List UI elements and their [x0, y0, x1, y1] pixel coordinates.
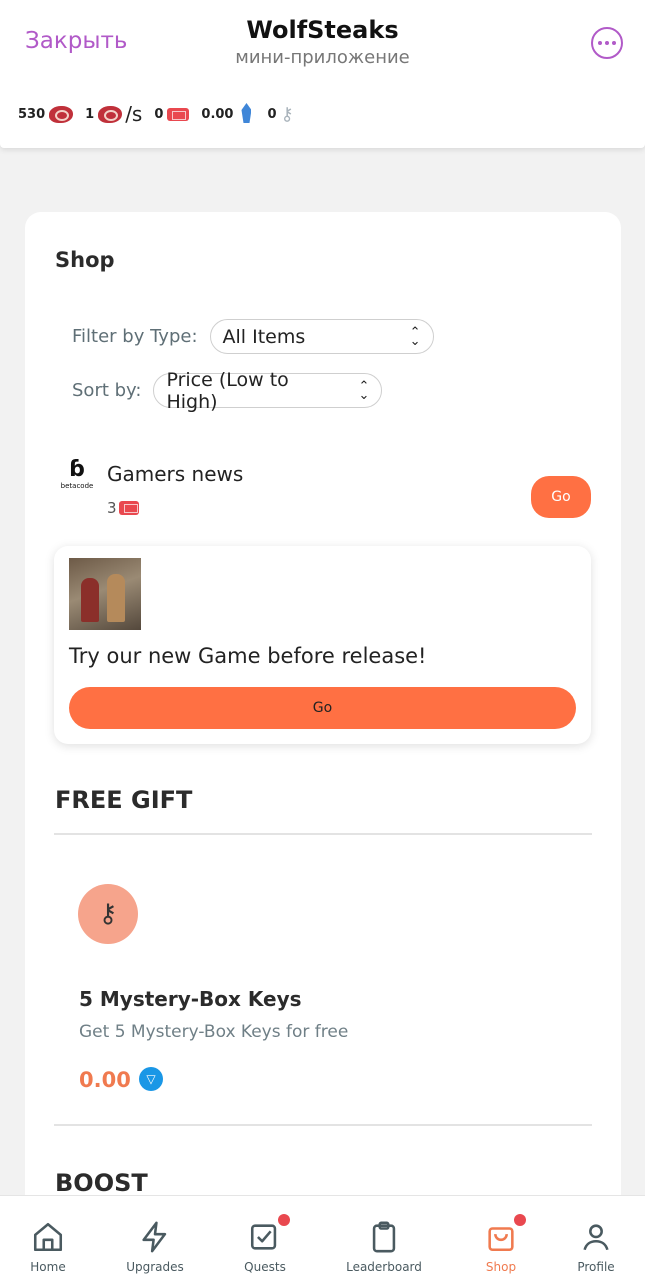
bottom-nav: Home Upgrades Quests Leaderboard Shop Pr…	[0, 1195, 645, 1280]
sort-row: Sort by: Price (Low to High) ⌃ ⌄	[72, 369, 383, 413]
nav-home[interactable]: Home	[3, 1196, 93, 1280]
betacode-logo-mark: ɓ	[69, 457, 85, 482]
nav-profile[interactable]: Profile	[551, 1196, 641, 1280]
betacode-logo-text: betacode	[60, 482, 94, 490]
nav-quests-label: Quests	[244, 1260, 286, 1274]
ton-icon: ▽	[139, 1067, 163, 1091]
section-divider	[54, 1124, 592, 1126]
nav-profile-label: Profile	[577, 1260, 615, 1274]
ad-title: Gamers news	[107, 462, 244, 486]
resource-stats-bar: 530 1 /s 0 0.00 0 ⚷	[18, 102, 306, 126]
nav-leaderboard[interactable]: Leaderboard	[339, 1196, 429, 1280]
sort-select[interactable]: Price (Low to High) ⌃ ⌄	[153, 369, 383, 413]
more-dot	[612, 41, 616, 45]
ad-go-button[interactable]: Go	[531, 476, 591, 518]
promo-text: Try our new Game before release!	[69, 644, 427, 668]
gift-price: 0.00	[79, 1068, 131, 1092]
steak-icon	[98, 104, 123, 124]
ticket-icon	[167, 107, 190, 121]
ad-reward: 3	[107, 499, 139, 517]
nav-shop[interactable]: Shop	[456, 1196, 546, 1280]
app-title: WolfSteaks	[246, 16, 399, 44]
ad-reward-count: 3	[107, 499, 117, 517]
promo-card: Try our new Game before release! Go	[54, 546, 591, 744]
sort-value: Price (Low to High)	[166, 368, 289, 413]
notification-dot	[278, 1214, 290, 1226]
select-chevron-icon: ⌃ ⌄	[358, 378, 370, 403]
betacode-logo: ɓ betacode	[57, 458, 97, 498]
app-subtitle: мини-приложение	[235, 47, 410, 68]
app-header: Закрыть WolfSteaks мини-приложение 530 1…	[0, 0, 645, 148]
more-dot	[605, 41, 609, 45]
sort-label: Sort by:	[72, 380, 142, 401]
shop-title: Shop	[55, 248, 115, 272]
key-stat: 0 ⚷	[267, 104, 293, 125]
crystal-icon	[237, 103, 255, 125]
nav-leaderboard-label: Leaderboard	[346, 1260, 422, 1274]
filter-row: Filter by Type: All Items ⌃ ⌄	[72, 319, 434, 354]
gift-name: 5 Mystery-Box Keys	[79, 987, 302, 1011]
boost-heading: BOOST	[55, 1169, 148, 1197]
more-options-button[interactable]	[591, 27, 623, 59]
crystal-stat: 0.00	[201, 103, 255, 125]
nav-home-label: Home	[30, 1260, 66, 1274]
nav-upgrades-label: Upgrades	[126, 1260, 184, 1274]
checkbox-icon	[248, 1214, 290, 1256]
ticket-count: 0	[154, 106, 164, 122]
steak-rate: 1	[85, 106, 95, 122]
key-icon: ⚷	[78, 884, 138, 944]
free-gift-heading: FREE GIFT	[55, 786, 193, 814]
select-chevron-icon: ⌃ ⌄	[409, 324, 421, 349]
user-icon	[579, 1218, 613, 1256]
nav-upgrades[interactable]: Upgrades	[110, 1196, 200, 1280]
home-icon	[31, 1218, 65, 1256]
promo-go-button[interactable]: Go	[69, 687, 576, 729]
filter-type-select[interactable]: All Items ⌃ ⌄	[209, 319, 434, 354]
key-icon: ⚷	[280, 103, 294, 125]
rate-stat: 1 /s	[85, 102, 142, 126]
nav-quests[interactable]: Quests	[220, 1196, 310, 1280]
bolt-icon	[138, 1218, 172, 1256]
ticket-stat: 0	[154, 106, 190, 122]
steak-count: 530	[18, 106, 46, 122]
crystal-count: 0.00	[201, 106, 234, 122]
character-figure	[81, 578, 99, 622]
steak-icon	[49, 104, 74, 124]
nav-shop-label: Shop	[485, 1260, 517, 1274]
shop-card: Shop Filter by Type: All Items ⌃ ⌄ Sort b…	[25, 212, 621, 1212]
key-count: 0	[267, 106, 277, 122]
section-divider	[54, 833, 592, 835]
shopping-bag-icon	[484, 1214, 526, 1256]
filter-value: All Items	[222, 325, 306, 348]
character-figure	[107, 574, 125, 622]
notification-dot	[514, 1214, 526, 1226]
steak-stat: 530	[18, 104, 74, 124]
game-preview-image	[69, 558, 141, 630]
clipboard-icon	[367, 1218, 401, 1256]
ticket-icon	[118, 501, 139, 515]
filter-label: Filter by Type:	[72, 326, 198, 347]
gift-description: Get 5 Mystery-Box Keys for free	[79, 1022, 349, 1042]
rate-unit: /s	[125, 102, 143, 126]
more-dot	[598, 41, 602, 45]
